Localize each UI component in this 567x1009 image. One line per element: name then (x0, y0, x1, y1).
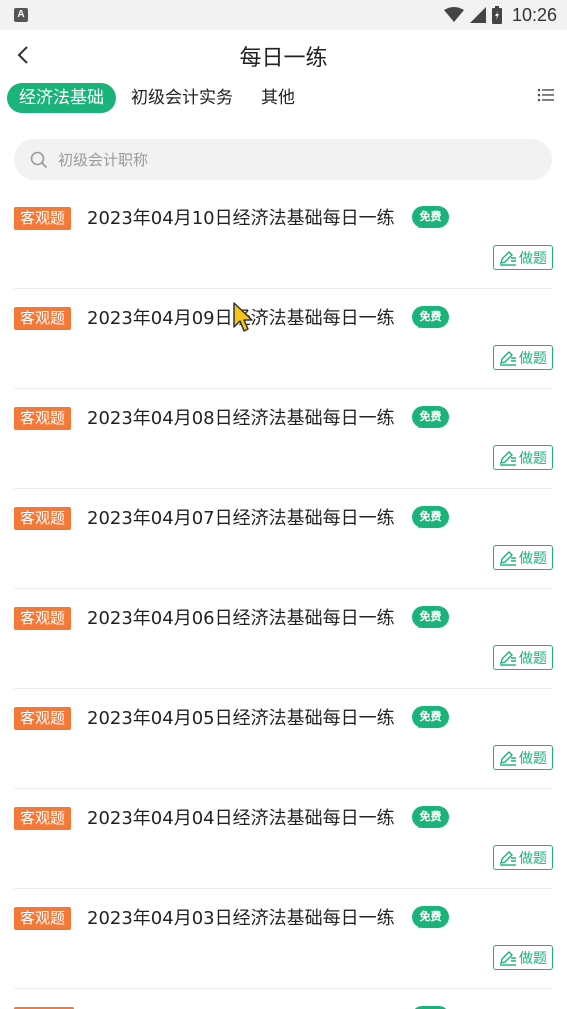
wifi-icon (443, 7, 464, 22)
free-badge: 免费 (412, 906, 449, 931)
battery-icon (491, 6, 502, 24)
do-exercise-button[interactable]: 做题 (493, 245, 553, 270)
do-exercise-label: 做题 (519, 750, 547, 767)
edit-icon (500, 450, 516, 466)
question-type-tag: 客观题 (14, 207, 72, 230)
edit-icon (500, 850, 516, 866)
search-input[interactable]: 初级会计职称 (58, 149, 148, 170)
do-exercise-button[interactable]: 做题 (493, 445, 553, 470)
list-item[interactable]: 客观题 2023年04月10日经济法基础每日一练 免费 做题 (14, 189, 553, 289)
edit-icon (500, 650, 516, 666)
edit-icon (500, 550, 516, 566)
category-tabs: 经济法基础 初级会计实务 其他 (0, 80, 567, 114)
tab-other[interactable]: 其他 (261, 83, 295, 113)
do-exercise-button[interactable]: 做题 (493, 945, 553, 970)
do-exercise-label: 做题 (519, 850, 547, 867)
search-bar[interactable]: 初级会计职称 (14, 139, 552, 180)
list-item-partial[interactable] (14, 989, 553, 1009)
free-badge: 免费 (412, 606, 449, 631)
item-title[interactable]: 2023年04月03日经济法基础每日一练 (87, 904, 395, 930)
question-type-tag: 客观题 (14, 707, 72, 730)
item-title[interactable]: 2023年04月05日经济法基础每日一练 (87, 704, 395, 730)
question-type-tag: 客观题 (14, 307, 72, 330)
list-item[interactable]: 客观题 2023年04月05日经济法基础每日一练 免费 做题 (14, 689, 553, 789)
question-type-tag: 客观题 (14, 607, 72, 630)
page-title: 每日一练 (239, 46, 328, 71)
list-item[interactable]: 客观题 2023年04月08日经济法基础每日一练 免费 做题 (14, 389, 553, 489)
item-title[interactable]: 2023年04月07日经济法基础每日一练 (87, 504, 395, 530)
list-menu-icon (537, 88, 554, 102)
list-item[interactable]: 客观题 2023年04月09日经济法基础每日一练 免费 做题 (14, 289, 553, 389)
do-exercise-button[interactable]: 做题 (493, 345, 553, 370)
do-exercise-button[interactable]: 做题 (493, 845, 553, 870)
edit-icon (500, 750, 516, 766)
mouse-cursor-icon (233, 302, 253, 332)
status-time: 10:26 (511, 4, 557, 25)
app-notification-icon: A (14, 8, 28, 22)
free-badge: 免费 (412, 206, 449, 231)
item-title[interactable]: 2023年04月04日经济法基础每日一练 (87, 804, 395, 830)
do-exercise-label: 做题 (519, 450, 547, 467)
do-exercise-button[interactable]: 做题 (493, 645, 553, 670)
free-badge: 免费 (412, 506, 449, 531)
question-type-tag: 客观题 (14, 407, 72, 430)
search-icon (30, 151, 48, 168)
menu-button[interactable] (537, 86, 555, 104)
free-badge: 免费 (412, 706, 449, 731)
status-bar: A 10:26 (0, 0, 567, 30)
status-icons: 10:26 (443, 4, 557, 26)
do-exercise-label: 做题 (519, 550, 547, 567)
do-exercise-label: 做题 (519, 650, 547, 667)
tab-economic-law[interactable]: 经济法基础 (7, 83, 116, 113)
list-item[interactable]: 客观题 2023年04月03日经济法基础每日一练 免费 做题 (14, 889, 553, 989)
list-item[interactable]: 客观题 2023年04月06日经济法基础每日一练 免费 做题 (14, 589, 553, 689)
question-type-tag: 客观题 (14, 807, 72, 830)
list-item[interactable]: 客观题 2023年04月07日经济法基础每日一练 免费 做题 (14, 489, 553, 589)
edit-icon (500, 950, 516, 966)
item-title[interactable]: 2023年04月06日经济法基础每日一练 (87, 604, 395, 630)
item-title[interactable]: 2023年04月10日经济法基础每日一练 (87, 204, 395, 230)
item-title[interactable]: 2023年04月08日经济法基础每日一练 (87, 404, 395, 430)
free-badge: 免费 (412, 806, 449, 831)
do-exercise-label: 做题 (519, 350, 547, 367)
edit-icon (500, 350, 516, 366)
do-exercise-label: 做题 (519, 950, 547, 967)
do-exercise-label: 做题 (519, 250, 547, 267)
edit-icon (500, 250, 516, 266)
exercise-list: 客观题 2023年04月10日经济法基础每日一练 免费 做题 客观题 2023年… (0, 189, 567, 1009)
question-type-tag: 客观题 (14, 907, 72, 930)
list-item[interactable]: 客观题 2023年04月04日经济法基础每日一练 免费 做题 (14, 789, 553, 889)
question-type-tag: 客观题 (14, 507, 72, 530)
free-badge: 免费 (412, 306, 449, 331)
top-bar: 每日一练 (0, 30, 567, 80)
do-exercise-button[interactable]: 做题 (493, 545, 553, 570)
free-badge: 免费 (412, 406, 449, 431)
do-exercise-button[interactable]: 做题 (493, 745, 553, 770)
tab-accounting-practice[interactable]: 初级会计实务 (131, 83, 233, 113)
signal-icon (469, 7, 486, 23)
